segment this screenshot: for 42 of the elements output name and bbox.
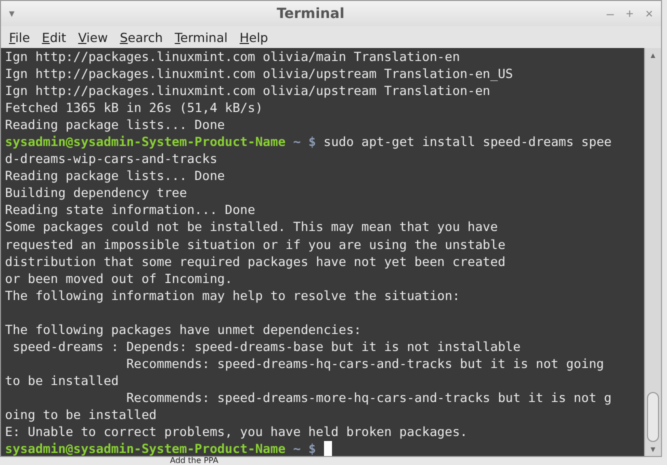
window-control[interactable]: – <box>606 6 614 21</box>
menu-item[interactable]: Search <box>116 30 167 44</box>
prompt-path: ~ $ <box>293 134 316 150</box>
output-line: Building dependency tree <box>5 185 187 200</box>
output-line: d-dreams-wip-cars-and-tracks <box>5 151 218 166</box>
output-line: Reading package lists... Done <box>5 117 225 132</box>
output-line: speed-dreams : Depends: speed-dreams-base but it is not installable <box>12 338 521 354</box>
scroll-up-button[interactable]: ▲ <box>649 48 657 62</box>
prompt-path: ~ $ <box>293 441 316 456</box>
prompt-user: sysadmin@sysadmin-System-Product-Name <box>5 134 286 150</box>
output-line: or been moved out of Incoming. <box>5 270 232 286</box>
window-menu-caret[interactable]: ▾ <box>9 7 15 20</box>
output-line: Ign http://packages.linuxmint.com olivia/upstream Translation-en <box>5 83 490 98</box>
output-line: E: Unable to correct problems, you have held broken packages. <box>5 424 468 440</box>
output-line: requested an impossible situation or if you are using the unstable <box>5 236 506 252</box>
output-line: Recommends: speed-dreams-more-hq-cars-and-tracks but it is not g <box>125 390 612 405</box>
menu-item[interactable]: Help <box>236 30 272 44</box>
output-line: Recommends: speed-dreams-hq-cars-and-tracks but it is not going <box>125 356 604 371</box>
scrollbar[interactable]: ▲ ▼ <box>644 48 661 456</box>
output-line: The following packages have unmet dependencies: <box>5 322 362 337</box>
output-line: oing to be installed <box>5 406 157 422</box>
output-line: distribution that some required packages have not yet been created <box>5 254 506 269</box>
window-control[interactable]: × <box>645 6 653 21</box>
output-line: Fetched 1365 kB in 26s (51,4 kB/s) <box>5 100 263 116</box>
output-line: Ign http://packages.linuxmint.com olivia/upstream Translation-en_US <box>5 66 513 82</box>
output-line: to be installed <box>5 372 119 388</box>
menu-item[interactable]: File <box>5 30 34 44</box>
output-line: Ign http://packages.linuxmint.com olivia/main Translation-en <box>5 49 460 64</box>
window-control[interactable]: + <box>626 6 634 21</box>
menu-item[interactable]: Terminal <box>170 30 232 44</box>
output-line: Some packages could not be installed. This may mean that you have <box>5 219 498 234</box>
menu-item[interactable]: View <box>74 30 112 44</box>
window-title: Terminal <box>276 6 346 22</box>
command-text: sudo apt-get install speed-dreams spee <box>324 134 612 150</box>
background-text: Add the PPA <box>170 456 218 465</box>
scroll-down-button[interactable]: ▼ <box>649 442 657 456</box>
output-line: Reading package lists... Done <box>5 168 225 184</box>
prompt-user: sysadmin@sysadmin-System-Product-Name <box>5 441 286 456</box>
scroll-thumb[interactable] <box>647 392 659 442</box>
output-line: The following information may help to resolve the situation: <box>5 288 460 303</box>
menu-item[interactable]: Edit <box>38 30 70 44</box>
output-line: Reading state information... Done <box>5 202 256 218</box>
